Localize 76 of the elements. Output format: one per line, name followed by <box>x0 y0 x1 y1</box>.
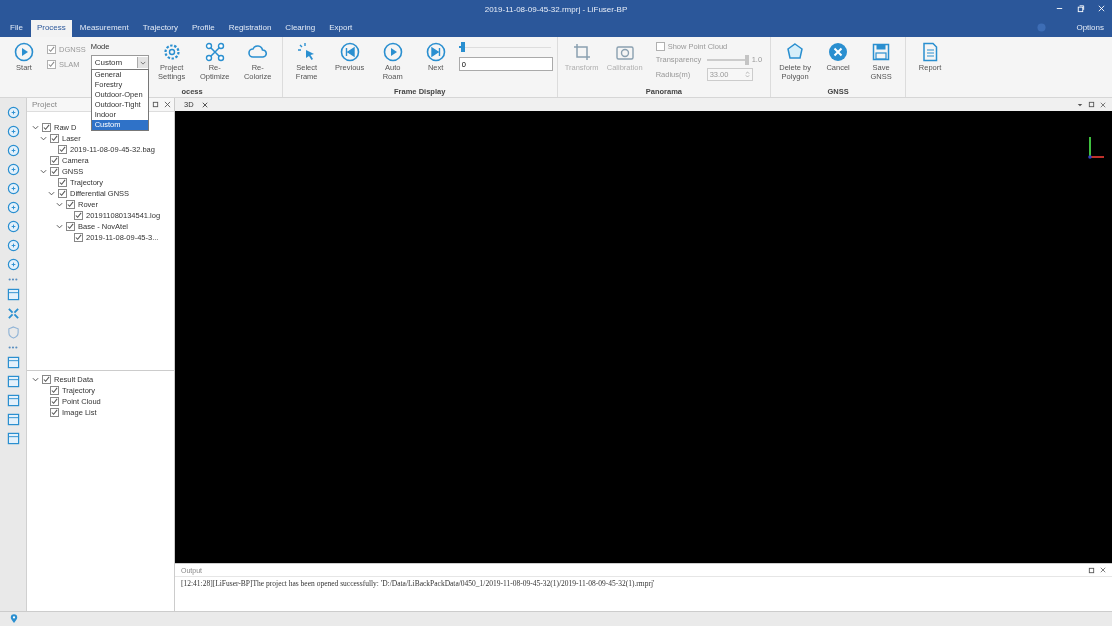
restore-icon[interactable] <box>1076 4 1085 13</box>
tool-icon[interactable] <box>6 201 20 214</box>
close-icon[interactable] <box>1100 567 1106 573</box>
tool-icon[interactable] <box>6 258 20 271</box>
window-icon[interactable] <box>6 288 20 301</box>
window-icon[interactable] <box>6 413 20 426</box>
play-icon <box>382 42 403 62</box>
menu-tab[interactable]: Profile <box>186 20 221 37</box>
restore-icon[interactable] <box>1088 566 1095 574</box>
dots-icon[interactable] <box>7 277 19 282</box>
window-title: 2019-11-08-09-45-32.rmprj - LiFuser-BP <box>484 4 628 14</box>
checkbox[interactable] <box>50 167 59 176</box>
close-icon[interactable] <box>201 101 208 108</box>
checkbox[interactable] <box>50 156 59 165</box>
panel-title: Project <box>32 100 57 109</box>
checkbox[interactable] <box>47 45 56 54</box>
checkbox[interactable] <box>42 123 51 132</box>
expand-toggle[interactable] <box>55 201 63 208</box>
menu-tab[interactable]: File <box>4 20 29 37</box>
polygon-icon <box>785 42 806 62</box>
pin-icon[interactable] <box>152 101 159 108</box>
dots-icon[interactable] <box>7 345 19 350</box>
menu-tab[interactable]: Export <box>323 20 359 37</box>
tool-icon[interactable] <box>6 125 20 138</box>
menu-tab[interactable]: Measurement <box>73 20 135 37</box>
menu-tab[interactable]: Registration <box>222 20 278 37</box>
cancel-icon <box>828 42 849 62</box>
menu-tab[interactable]: Trajectory <box>136 20 184 37</box>
tool-icon[interactable] <box>6 106 20 119</box>
window-icon[interactable] <box>6 375 20 388</box>
checkbox[interactable] <box>50 386 59 395</box>
options-menu[interactable]: Options <box>1068 23 1112 37</box>
nodes-icon <box>204 42 225 62</box>
menu-tab[interactable]: Process <box>30 20 72 37</box>
checkbox[interactable] <box>655 42 665 51</box>
expand-toggle[interactable] <box>47 190 55 197</box>
expand-toggle[interactable] <box>39 135 47 142</box>
expand-toggle[interactable] <box>31 124 39 131</box>
location-pin-icon <box>10 614 18 624</box>
tool-icon[interactable] <box>6 144 20 157</box>
checkbox[interactable] <box>50 134 59 143</box>
checkbox[interactable] <box>42 375 51 384</box>
checkbox[interactable] <box>47 60 56 69</box>
checkbox[interactable] <box>74 211 83 220</box>
close-icon[interactable] <box>1100 101 1106 108</box>
checkbox[interactable] <box>74 233 83 242</box>
checkbox[interactable] <box>58 189 67 198</box>
window-icon[interactable] <box>6 432 20 445</box>
next-icon <box>425 42 446 62</box>
expand-toggle[interactable] <box>55 223 63 230</box>
tool-icon[interactable] <box>6 220 20 233</box>
tool-icon[interactable] <box>6 182 20 195</box>
checkbox[interactable] <box>50 397 59 406</box>
checkbox[interactable] <box>58 145 67 154</box>
tool-icon[interactable] <box>6 239 20 252</box>
checkbox[interactable] <box>66 222 75 231</box>
close-icon[interactable] <box>164 101 171 108</box>
caret-icon <box>139 59 146 66</box>
shield-icon[interactable] <box>6 326 20 339</box>
tool-icon[interactable] <box>6 163 20 176</box>
menu-tab[interactable]: Clearing <box>279 20 322 37</box>
crop-icon <box>571 42 592 62</box>
window-icon[interactable] <box>6 394 20 407</box>
expand-icon[interactable] <box>6 307 20 320</box>
caret-icon[interactable] <box>1077 101 1083 108</box>
window-icon[interactable] <box>6 356 20 369</box>
checkbox[interactable] <box>58 178 67 187</box>
play-icon <box>14 42 34 62</box>
checkbox[interactable] <box>66 200 75 209</box>
gear-icon <box>161 42 182 62</box>
restore-icon[interactable] <box>1088 101 1095 108</box>
save-icon <box>871 42 892 62</box>
checkbox[interactable] <box>50 408 59 417</box>
previous-icon <box>339 42 360 62</box>
expand-toggle[interactable] <box>39 168 47 175</box>
expand-toggle[interactable] <box>31 376 39 383</box>
